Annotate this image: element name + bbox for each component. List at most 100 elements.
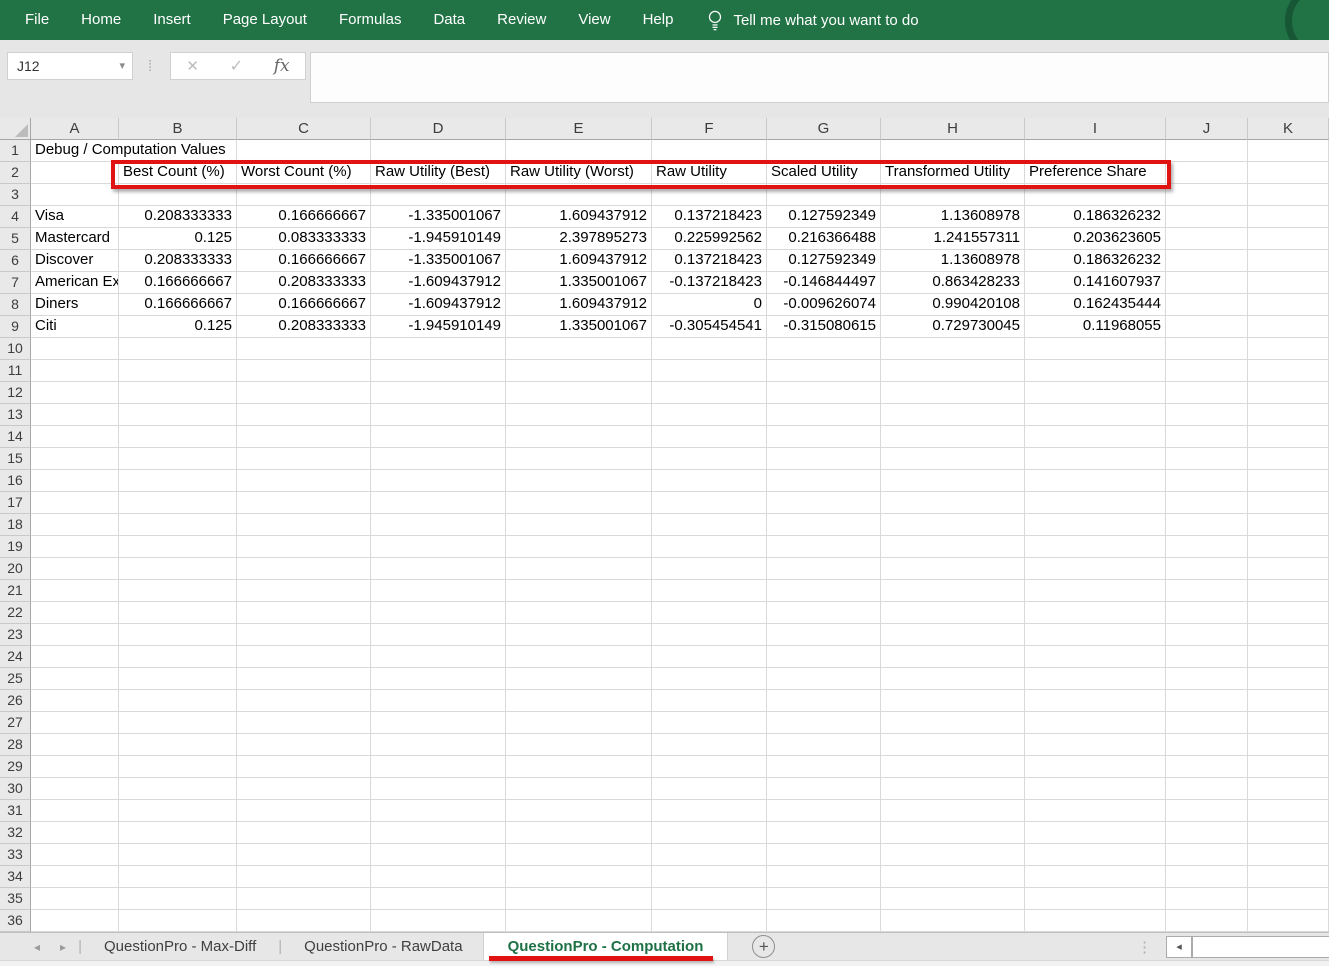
sheet-tab-questionpro-computation[interactable]: QuestionPro - Computation (483, 933, 729, 960)
cell-a7[interactable]: American Express (31, 272, 119, 294)
cell-b11[interactable] (119, 360, 237, 382)
cell-b3[interactable] (119, 184, 237, 206)
cell-e31[interactable] (506, 800, 652, 822)
cell-k2[interactable] (1248, 162, 1329, 184)
row-header-2[interactable]: 2 (0, 162, 31, 184)
cell-h3[interactable] (881, 184, 1025, 206)
cell-b23[interactable] (119, 624, 237, 646)
cell-a20[interactable] (31, 558, 119, 580)
cell-a1[interactable]: Debug / Computation Values (31, 140, 119, 162)
cell-h24[interactable] (881, 646, 1025, 668)
cell-i20[interactable] (1025, 558, 1166, 580)
cell-a19[interactable] (31, 536, 119, 558)
row-header-4[interactable]: 4 (0, 206, 31, 228)
cell-g11[interactable] (767, 360, 881, 382)
cell-f29[interactable] (652, 756, 767, 778)
cell-d3[interactable] (371, 184, 506, 206)
cell-i17[interactable] (1025, 492, 1166, 514)
cell-h35[interactable] (881, 888, 1025, 910)
row-header-21[interactable]: 21 (0, 580, 31, 602)
cell-f3[interactable] (652, 184, 767, 206)
cell-d35[interactable] (371, 888, 506, 910)
cell-c16[interactable] (237, 470, 371, 492)
cell-e29[interactable] (506, 756, 652, 778)
cell-j18[interactable] (1166, 514, 1248, 536)
cell-d7[interactable]: -1.609437912 (371, 272, 506, 294)
cell-f30[interactable] (652, 778, 767, 800)
cell-g32[interactable] (767, 822, 881, 844)
cell-d28[interactable] (371, 734, 506, 756)
cell-i6[interactable]: 0.186326232 (1025, 250, 1166, 272)
next-sheet-icon[interactable]: ▸ (50, 940, 76, 954)
cell-e6[interactable]: 1.609437912 (506, 250, 652, 272)
cell-h9[interactable]: 0.729730045 (881, 316, 1025, 338)
row-header-20[interactable]: 20 (0, 558, 31, 580)
row-header-5[interactable]: 5 (0, 228, 31, 250)
cell-i33[interactable] (1025, 844, 1166, 866)
row-header-28[interactable]: 28 (0, 734, 31, 756)
cell-d12[interactable] (371, 382, 506, 404)
cell-j28[interactable] (1166, 734, 1248, 756)
cell-b27[interactable] (119, 712, 237, 734)
column-header-i[interactable]: I (1025, 118, 1166, 140)
cell-a2[interactable] (31, 162, 119, 184)
cell-g18[interactable] (767, 514, 881, 536)
cell-g2[interactable]: Scaled Utility (767, 162, 881, 184)
column-header-c[interactable]: C (237, 118, 371, 140)
cell-c14[interactable] (237, 426, 371, 448)
cell-j17[interactable] (1166, 492, 1248, 514)
cell-a31[interactable] (31, 800, 119, 822)
row-header-1[interactable]: 1 (0, 140, 31, 162)
cell-g10[interactable] (767, 338, 881, 360)
cell-h31[interactable] (881, 800, 1025, 822)
menu-item-file[interactable]: File (9, 0, 65, 40)
cell-k16[interactable] (1248, 470, 1329, 492)
menu-item-insert[interactable]: Insert (137, 0, 207, 40)
cell-a14[interactable] (31, 426, 119, 448)
cell-c34[interactable] (237, 866, 371, 888)
cell-d17[interactable] (371, 492, 506, 514)
cell-b14[interactable] (119, 426, 237, 448)
cell-k3[interactable] (1248, 184, 1329, 206)
cell-c6[interactable]: 0.166666667 (237, 250, 371, 272)
cell-f6[interactable]: 0.137218423 (652, 250, 767, 272)
cell-e16[interactable] (506, 470, 652, 492)
cell-e2[interactable]: Raw Utility (Worst) (506, 162, 652, 184)
cell-a27[interactable] (31, 712, 119, 734)
cell-i27[interactable] (1025, 712, 1166, 734)
cell-a34[interactable] (31, 866, 119, 888)
cell-f10[interactable] (652, 338, 767, 360)
cell-e8[interactable]: 1.609437912 (506, 294, 652, 316)
cell-d26[interactable] (371, 690, 506, 712)
row-header-16[interactable]: 16 (0, 470, 31, 492)
cell-h25[interactable] (881, 668, 1025, 690)
cell-f18[interactable] (652, 514, 767, 536)
cell-d34[interactable] (371, 866, 506, 888)
cell-g25[interactable] (767, 668, 881, 690)
cell-a9[interactable]: Citi (31, 316, 119, 338)
cell-a30[interactable] (31, 778, 119, 800)
cell-d10[interactable] (371, 338, 506, 360)
name-box-dropdown-icon[interactable]: ▾ (119, 53, 125, 79)
cell-b13[interactable] (119, 404, 237, 426)
cell-g1[interactable] (767, 140, 881, 162)
cell-g35[interactable] (767, 888, 881, 910)
cell-j30[interactable] (1166, 778, 1248, 800)
cell-i13[interactable] (1025, 404, 1166, 426)
row-header-27[interactable]: 27 (0, 712, 31, 734)
cell-i2[interactable]: Preference Share (1025, 162, 1166, 184)
cell-i26[interactable] (1025, 690, 1166, 712)
cell-a24[interactable] (31, 646, 119, 668)
cell-j31[interactable] (1166, 800, 1248, 822)
cell-k20[interactable] (1248, 558, 1329, 580)
cell-k5[interactable] (1248, 228, 1329, 250)
cell-d5[interactable]: -1.945910149 (371, 228, 506, 250)
cell-j5[interactable] (1166, 228, 1248, 250)
cell-d6[interactable]: -1.335001067 (371, 250, 506, 272)
cell-f13[interactable] (652, 404, 767, 426)
cell-g14[interactable] (767, 426, 881, 448)
cell-b16[interactable] (119, 470, 237, 492)
cell-j23[interactable] (1166, 624, 1248, 646)
cell-b29[interactable] (119, 756, 237, 778)
cell-i24[interactable] (1025, 646, 1166, 668)
